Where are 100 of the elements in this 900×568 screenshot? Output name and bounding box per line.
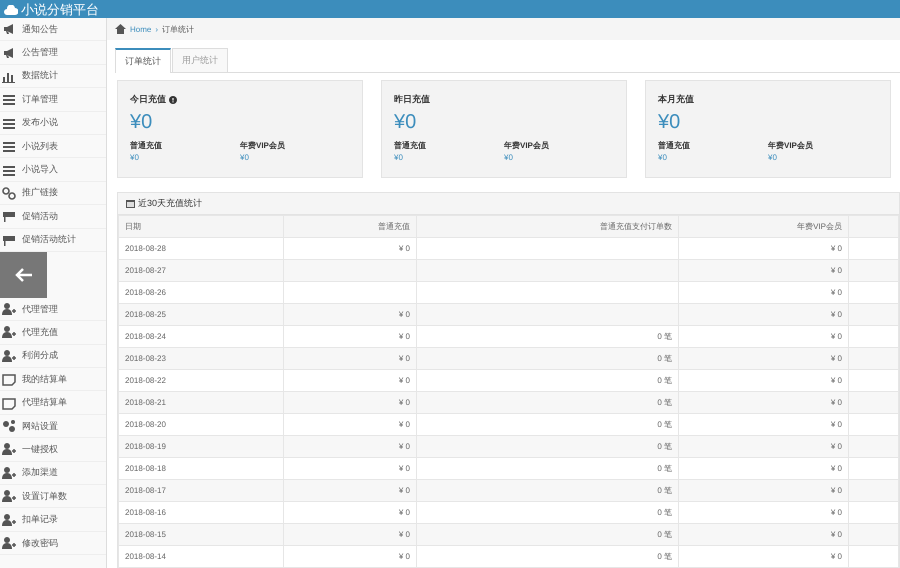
table-cell: 2018-08-23: [125, 354, 166, 363]
column-header: 普通充值: [284, 216, 416, 238]
stat-label: 普通充值: [130, 140, 163, 151]
sidebar-item[interactable]: 添加渠道: [0, 462, 106, 486]
table-cell: ¥ 0: [398, 332, 410, 341]
table-cell: 2018-08-21: [125, 398, 166, 407]
table-cell: ¥ 0: [830, 486, 842, 495]
sidebar-item[interactable]: 订单管理: [0, 88, 106, 112]
card-amount: ¥0: [130, 111, 154, 134]
left-arrow-icon: [14, 266, 34, 283]
table-cell: 0 笔: [657, 486, 672, 495]
sidebar-item[interactable]: 代理充值: [0, 321, 106, 345]
table-cell: 0 笔: [657, 464, 672, 473]
sidebar-item[interactable]: 促销活动: [0, 205, 106, 229]
sidebar-item[interactable]: 推广链接: [0, 182, 106, 206]
table-cell: 2018-08-27: [125, 266, 166, 275]
table-cell: ¥ 0: [398, 244, 410, 253]
add-user-icon: [2, 512, 16, 527]
app-title: 小说分销平台: [4, 2, 99, 18]
add-user-icon: [2, 442, 16, 456]
table-cell: 2018-08-22: [125, 376, 166, 385]
stat-value: ¥0: [394, 153, 404, 162]
table-cell: ¥ 0: [830, 464, 842, 473]
table-cell: 0 笔: [657, 530, 672, 539]
column-header: 年费VIP会员: [678, 216, 848, 238]
cloud-icon: [4, 5, 18, 15]
home-icon: [115, 24, 126, 34]
table-cell: 0 笔: [657, 420, 672, 429]
sidebar-item[interactable]: 设置订单数: [0, 485, 106, 508]
card-title: 本月充值: [658, 93, 694, 106]
add-user-icon: [2, 466, 16, 480]
table-cell: ¥ 0: [830, 354, 842, 363]
table-cell: 2018-08-18: [125, 464, 166, 473]
table-cell: ¥ 0: [398, 398, 410, 407]
sidebar-item[interactable]: 通知公告: [0, 18, 106, 42]
table-cell: 2018-08-16: [125, 508, 166, 517]
table-cell: ¥ 0: [830, 376, 842, 385]
table-cell: 0 笔: [657, 508, 672, 517]
megaphone-icon: [2, 46, 16, 60]
megaphone-icon: [2, 22, 16, 36]
stat-value: ¥0: [658, 153, 668, 162]
back-button[interactable]: [0, 252, 47, 298]
stat-label: 普通充值: [394, 140, 427, 151]
table-cell: ¥ 0: [398, 442, 410, 451]
breadcrumb-current: 订单统计: [162, 24, 194, 34]
column-header: 普通充值支付订单数: [416, 216, 678, 238]
table-cell: 0 笔: [657, 354, 672, 363]
sidebar-item[interactable]: 公告管理: [0, 41, 106, 65]
sidebar-item[interactable]: 发布小说: [0, 112, 106, 135]
stat-label: 年费VIP会员: [504, 140, 550, 151]
panel-title: 近30天充值统计: [138, 197, 202, 210]
sidebar-item[interactable]: 我的结算单: [0, 368, 106, 392]
table-cell: ¥ 0: [398, 508, 410, 517]
stat-label: 普通充值: [658, 140, 691, 151]
sidebar-item[interactable]: 小说列表: [0, 134, 106, 158]
table-cell: ¥ 0: [830, 310, 842, 319]
sidebar-item[interactable]: 利润分成: [0, 344, 106, 368]
table-cell: 2018-08-28: [125, 244, 166, 253]
sidebar-item[interactable]: 网站设置: [0, 414, 106, 438]
list-icon: [2, 139, 16, 154]
table-cell: ¥ 0: [398, 486, 410, 495]
add-user-icon: [2, 302, 16, 316]
sidebar-item[interactable]: 代理结算单: [0, 391, 106, 415]
card-amount: ¥0: [658, 111, 682, 134]
table-cell: ¥ 0: [830, 244, 842, 253]
stat-value: ¥0: [768, 153, 778, 162]
table-cell: ¥ 0: [830, 508, 842, 517]
table-cell: ¥ 0: [398, 530, 410, 539]
table-cell: 2018-08-17: [125, 486, 166, 495]
table-cell: 2018-08-25: [125, 310, 166, 319]
table-cell: ¥ 0: [398, 310, 410, 319]
table-cell: 0 笔: [657, 398, 672, 407]
card-title: 昨日充值: [394, 93, 430, 106]
note-icon: [2, 372, 16, 386]
tab[interactable]: 订单统计: [115, 48, 171, 73]
sidebar-item[interactable]: 一键授权: [0, 438, 106, 462]
calendar-icon: [126, 199, 135, 208]
table-cell: ¥ 0: [830, 288, 842, 297]
stat-value: ¥0: [504, 153, 514, 162]
table-cell: 2018-08-24: [125, 332, 166, 341]
column-header: 日期: [118, 216, 284, 238]
table-cell: 0 笔: [657, 442, 672, 451]
table-cell: 2018-08-26: [125, 288, 166, 297]
table-cell: ¥ 0: [830, 266, 842, 275]
sidebar-item[interactable]: 代理管理: [0, 298, 106, 322]
table-cell: ¥ 0: [830, 398, 842, 407]
add-user-icon: [2, 348, 16, 363]
add-user-icon: [2, 536, 16, 550]
table-cell: 0 笔: [657, 332, 672, 341]
sidebar-item[interactable]: 修改密码: [0, 532, 106, 556]
sidebar-item[interactable]: 小说导入: [0, 158, 106, 182]
add-user-icon: [2, 325, 16, 340]
table-cell: 2018-08-14: [125, 552, 166, 561]
table-cell: ¥ 0: [830, 552, 842, 561]
stat-value: ¥0: [240, 153, 250, 162]
sidebar-item[interactable]: 数据统计: [0, 64, 106, 88]
breadcrumb-separator: ›: [155, 24, 158, 34]
table-cell: ¥ 0: [398, 376, 410, 385]
sidebar-item[interactable]: 扣单记录: [0, 508, 106, 532]
table-cell: 2018-08-19: [125, 442, 166, 451]
